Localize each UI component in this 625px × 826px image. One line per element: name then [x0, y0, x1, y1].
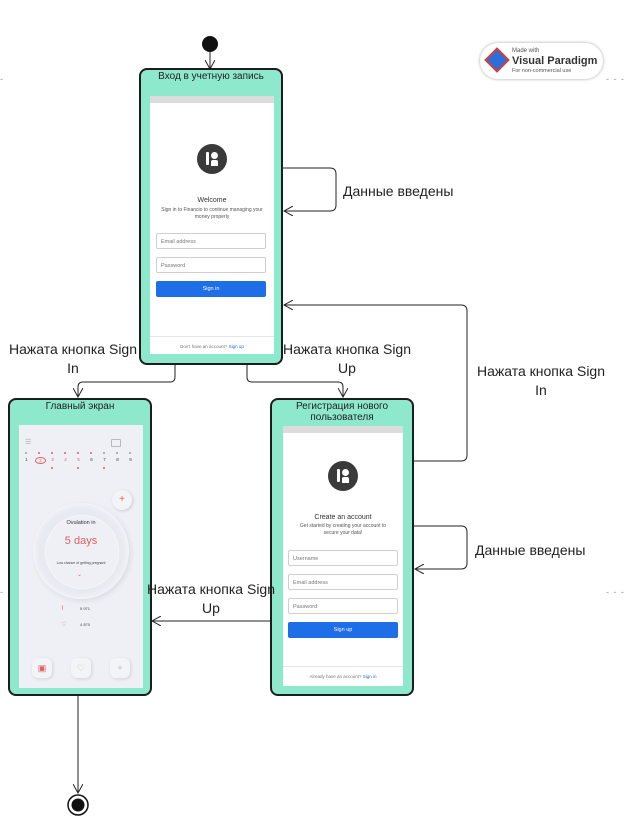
- menu-icon: ☰: [25, 439, 32, 446]
- state-title-registration: Регистрация нового пользователя: [295, 401, 389, 423]
- heart-rate-icon: ♡: [61, 622, 67, 628]
- state-login[interactable]: Вход в учетную запись Welcome Sign in to…: [139, 68, 283, 365]
- chevron-down-icon: ⌄: [77, 572, 83, 578]
- calendar-day[interactable]: 7: [100, 457, 109, 462]
- label-register-self: Данные введены: [475, 542, 586, 558]
- label-login-to-register: Нажата кнопка Sign Up: [282, 341, 412, 376]
- calendar-day[interactable]: 2: [35, 457, 46, 464]
- login-welcome-heading: Welcome: [197, 197, 227, 204]
- calendar-day[interactable]: 3: [48, 457, 57, 462]
- sign-up-button[interactable]: Sign up: [288, 622, 398, 638]
- visual-paradigm-watermark: Made with Visual Paradigm For non-commer…: [480, 43, 603, 79]
- status-bar: [150, 96, 274, 110]
- calendar-dot: [103, 452, 105, 454]
- calendar-dot: [38, 452, 40, 454]
- footer-divider: [283, 666, 403, 667]
- page-edge-mark: - - -: [606, 587, 625, 597]
- visual-paradigm-logo-icon: [484, 47, 510, 73]
- watermark-note: For non-commercial use: [512, 68, 572, 74]
- main-screen-mockup: ☰ + Ovulation in 5 days Low chance of ge…: [19, 425, 143, 688]
- stat-value-2: 4 870: [80, 622, 91, 627]
- register-subtitle: Get started by creating your account to …: [299, 523, 387, 536]
- calendar-dot: [77, 452, 79, 454]
- login-self-loop-edge: [282, 167, 337, 211]
- login-screen-mockup: Welcome Sign in to Financio to continue …: [150, 96, 274, 354]
- calendar-dot: [51, 452, 53, 454]
- ovulation-value: 5 days: [64, 535, 98, 547]
- calendar-dot: [129, 452, 131, 454]
- ovulation-label: Ovulation in: [66, 520, 96, 526]
- calendar-day[interactable]: 9: [126, 457, 135, 462]
- status-bar: [283, 426, 403, 440]
- page-edge-mark: - - -: [606, 74, 625, 84]
- sign-in-link[interactable]: Sign in: [363, 674, 377, 679]
- watermark-brand: Visual Paradigm: [512, 55, 598, 67]
- calendar-marker: [103, 467, 105, 469]
- login-footer: Don't have an account? Sign up: [150, 344, 274, 349]
- app-logo-icon: [328, 461, 358, 491]
- calendar-nav-button[interactable]: ▣: [32, 658, 52, 678]
- label-login-self: Данные введены: [343, 183, 454, 199]
- label-register-to-main: Нажата кнопка Sign Up: [146, 581, 276, 616]
- login-footer-text: Don't have an account?: [180, 344, 228, 349]
- calendar-marker: [77, 467, 79, 469]
- registration-screen-mockup: Create an account Get started by creatin…: [283, 426, 403, 686]
- calendar-icon: [111, 439, 121, 447]
- sign-up-link[interactable]: Sign up: [229, 344, 244, 349]
- drop-icon: ⌇: [61, 606, 64, 612]
- calendar-dot: [25, 452, 27, 454]
- calendar-day[interactable]: 6: [87, 457, 96, 462]
- calendar-day[interactable]: 1: [22, 457, 31, 462]
- page-edge-mark: -: [0, 74, 4, 84]
- stat-value-1: 5 971: [80, 606, 91, 611]
- watermark-made-with: Made with: [512, 48, 540, 54]
- calendar-day[interactable]: 5: [74, 457, 83, 462]
- login-email-field[interactable]: Email address: [156, 233, 266, 249]
- footer-divider: [150, 336, 274, 337]
- calendar-marker: [51, 467, 53, 469]
- label-login-to-main: Нажата кнопка Sign In: [8, 341, 138, 376]
- register-password-field[interactable]: Password: [288, 598, 398, 614]
- page-edge-mark: -: [0, 587, 4, 597]
- initial-node: [202, 36, 218, 52]
- register-footer-text: Already have an account?: [309, 674, 362, 679]
- state-main-screen[interactable]: Главный экран ☰ + Ovulation in 5 days Lo…: [8, 398, 152, 696]
- add-nav-button[interactable]: +: [110, 658, 130, 678]
- calendar-day[interactable]: 8: [113, 457, 122, 462]
- app-logo-icon: [197, 144, 227, 174]
- login-subtitle: Sign in to Financio to continue managing…: [161, 207, 263, 220]
- register-heading: Create an account: [314, 514, 372, 521]
- register-email-field[interactable]: Email address: [288, 574, 398, 590]
- label-register-to-login: Нажата кнопка Sign In: [476, 363, 606, 398]
- register-username-field[interactable]: Username: [288, 550, 398, 566]
- add-note-button[interactable]: +: [112, 490, 132, 510]
- state-title-main: Главный экран: [45, 401, 115, 412]
- heart-nav-button[interactable]: ♡: [71, 658, 91, 678]
- sign-in-button[interactable]: Sign in: [156, 281, 266, 297]
- login-password-field[interactable]: Password: [156, 257, 266, 273]
- calendar-dot: [90, 452, 92, 454]
- calendar-dot: [116, 452, 118, 454]
- register-self-loop-edge: [413, 525, 468, 569]
- register-footer: Already have an account? Sign in: [283, 674, 403, 679]
- calendar-day[interactable]: 4: [61, 457, 70, 462]
- calendar-dot: [64, 452, 66, 454]
- state-registration[interactable]: Регистрация нового пользователя Create a…: [270, 398, 414, 696]
- pregnancy-chance-text: Low chance of getting pregnant: [56, 561, 106, 565]
- state-title-login: Вход в учетную запись: [158, 71, 264, 82]
